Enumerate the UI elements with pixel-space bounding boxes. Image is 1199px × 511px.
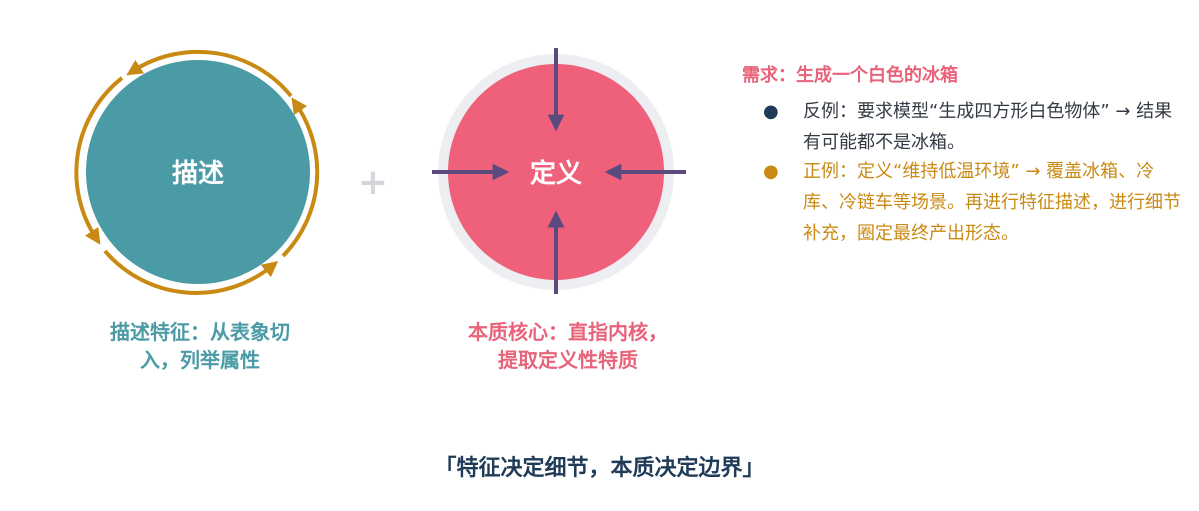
diagram-canvas: 描述 + 定义 (74, 48, 686, 295)
positive-example-text: 正例：定义“维持低温环境” → 覆盖冰箱、冷库、冷链车等场景。再进行特征描述，进… (803, 161, 1181, 244)
definition-label: 定义 (530, 158, 582, 189)
description-node: 描述 (74, 49, 320, 295)
plus-sign: + (358, 162, 388, 203)
requirement-title: 需求：生成一个白色的冰箱 (742, 65, 958, 86)
bottom-quote: 「特征决定细节，本质决定边界」 (434, 456, 765, 481)
definition-caption: 本质核心：直指内核，提取定义性特质 (468, 320, 668, 372)
definition-node: 定义 (432, 48, 686, 294)
bullet-dot-icon: ● (763, 161, 779, 182)
bullet-dot-icon: ● (763, 101, 779, 122)
negative-example-text: 反例：要求模型“生成四方形白色物体” → 结果有可能都不是冰箱。 (803, 101, 1173, 153)
description-caption: 描述特征：从表象切入，列举属性 (110, 320, 290, 372)
description-label: 描述 (172, 159, 224, 189)
